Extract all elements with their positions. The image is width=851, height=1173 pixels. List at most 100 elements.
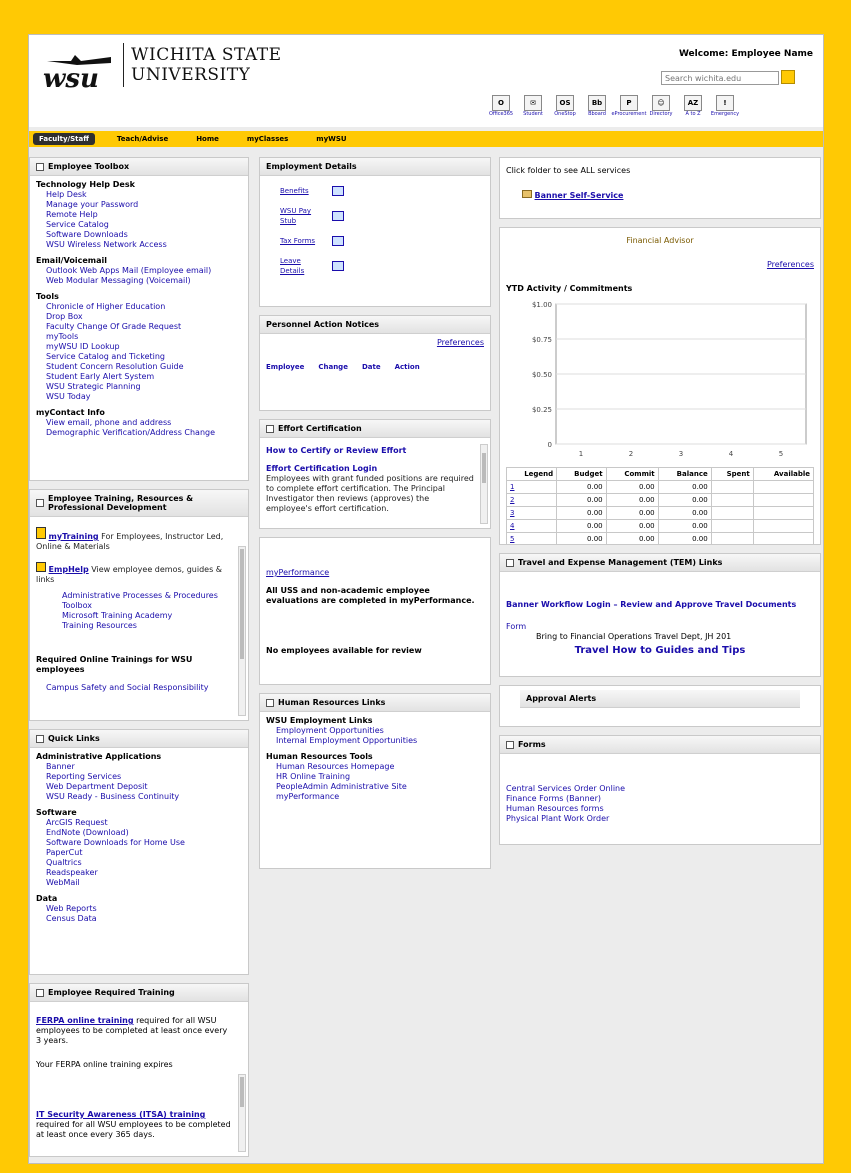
pan-col-date[interactable]: Date	[362, 362, 381, 372]
collapse-icon[interactable]	[36, 499, 44, 507]
link-service-catalog[interactable]: Service Catalog	[36, 220, 242, 230]
effort-scrollbar[interactable]	[480, 444, 488, 524]
link-wsu-wireless-network-access[interactable]: WSU Wireless Network Access	[36, 240, 242, 250]
university-name[interactable]: WICHITA STATE UNIVERSITY	[131, 45, 281, 85]
link-demographic-verification-address-change[interactable]: Demographic Verification/Address Change	[36, 428, 242, 438]
link-drop-box[interactable]: Drop Box	[36, 312, 242, 322]
app-onestop[interactable]: OS OneStop	[553, 95, 577, 121]
link-readspeaker[interactable]: Readspeaker	[36, 868, 242, 878]
link-outlook-web-apps-mail-employee-email[interactable]: Outlook Web Apps Mail (Employee email)	[36, 266, 242, 276]
link-wsu-strategic-planning[interactable]: WSU Strategic Planning	[36, 382, 242, 392]
itsa-link[interactable]: IT Security Awareness (ITSA) training	[36, 1110, 205, 1119]
wsu-logo[interactable]: wsu	[41, 53, 115, 91]
collapse-icon[interactable]	[506, 558, 514, 567]
finance-preferences-link[interactable]: Preferences	[506, 260, 814, 270]
campus-safety-link[interactable]: Campus Safety and Social Responsibility	[36, 683, 232, 693]
legend-link[interactable]: 3	[505, 506, 558, 520]
legend-link[interactable]: 2	[505, 493, 558, 507]
link-wsu-today[interactable]: WSU Today	[36, 392, 242, 402]
link-internal-employment-opportunities[interactable]: Internal Employment Opportunities	[266, 736, 484, 746]
mytraining-link[interactable]: myTraining	[49, 532, 99, 541]
link-web-department-deposit[interactable]: Web Department Deposit	[36, 782, 242, 792]
link-student-concern-resolution-guide[interactable]: Student Concern Resolution Guide	[36, 362, 242, 372]
certify-effort-link[interactable]: How to Certify or Review Effort	[266, 446, 474, 456]
tab-myclasses[interactable]: myClasses	[241, 133, 294, 145]
tab-teach-advise[interactable]: Teach/Advise	[111, 133, 174, 145]
link-leave-details[interactable]: Leave Details	[280, 256, 324, 276]
pan-col-action[interactable]: Action	[395, 362, 420, 372]
link-webmail[interactable]: WebMail	[36, 878, 242, 888]
external-link-icon[interactable]	[332, 186, 344, 196]
link-tax-forms[interactable]: Tax Forms	[280, 236, 324, 246]
link-arcgis-request[interactable]: ArcGIS Request	[36, 818, 242, 828]
link-student-early-alert-system[interactable]: Student Early Alert System	[36, 372, 242, 382]
tab-faculty-staff[interactable]: Faculty/Staff	[33, 133, 95, 145]
legend-link[interactable]: 4	[505, 519, 558, 533]
link-web-reports[interactable]: Web Reports	[36, 904, 242, 914]
link-faculty-change-of-grade-request[interactable]: Faculty Change Of Grade Request	[36, 322, 242, 332]
legend-link[interactable]: 1	[505, 480, 558, 494]
external-link-icon[interactable]	[332, 236, 344, 246]
link-myperformance[interactable]: myPerformance	[266, 792, 484, 802]
legend-link[interactable]: 5	[505, 532, 558, 544]
link-employment-opportunities[interactable]: Employment Opportunities	[266, 726, 484, 736]
link-software-downloads[interactable]: Software Downloads	[36, 230, 242, 240]
link-endnote-download[interactable]: EndNote (Download)	[36, 828, 242, 838]
emphelp-link[interactable]: EmpHelp	[49, 565, 89, 574]
external-link-icon[interactable]	[332, 261, 344, 271]
link-banner[interactable]: Banner	[36, 762, 242, 772]
collapse-icon[interactable]	[36, 734, 44, 743]
app-bboard[interactable]: Bb Bboard	[585, 95, 609, 121]
tem-form-link[interactable]: Form	[506, 622, 526, 631]
app-eprocurement[interactable]: PeProcurement	[611, 95, 647, 121]
tab-home[interactable]: Home	[190, 133, 225, 145]
reqtraining-scrollbar[interactable]	[238, 1074, 246, 1152]
search-button[interactable]	[781, 70, 795, 84]
app-student[interactable]: ✉ Student	[521, 95, 545, 121]
link-benefits[interactable]: Benefits	[280, 186, 324, 196]
link-census-data[interactable]: Census Data	[36, 914, 242, 924]
collapse-icon[interactable]	[266, 698, 274, 707]
link-web-modular-messaging-voicemail[interactable]: Web Modular Messaging (Voicemail)	[36, 276, 242, 286]
app-office365[interactable]: O Office365	[489, 95, 513, 121]
link-manage-your-password[interactable]: Manage your Password	[36, 200, 242, 210]
search-input[interactable]	[661, 71, 779, 85]
tab-mywsu[interactable]: myWSU	[310, 133, 352, 145]
link-human-resources-forms[interactable]: Human Resources forms	[506, 804, 814, 814]
link-mywsu-id-lookup[interactable]: myWSU ID Lookup	[36, 342, 242, 352]
training-bullet-training-resources[interactable]: Training Resources	[62, 621, 232, 631]
pan-col-employee[interactable]: Employee	[266, 362, 304, 372]
link-remote-help[interactable]: Remote Help	[36, 210, 242, 220]
myperformance-link[interactable]: myPerformance	[266, 568, 484, 578]
pan-preferences-link[interactable]: Preferences	[266, 338, 484, 348]
training-scrollbar[interactable]	[238, 546, 246, 716]
link-service-catalog-and-ticketing[interactable]: Service Catalog and Ticketing	[36, 352, 242, 362]
link-mytools[interactable]: myTools	[36, 332, 242, 342]
link-software-downloads-for-home-use[interactable]: Software Downloads for Home Use	[36, 838, 242, 848]
app-directory[interactable]: ☺ Directory	[649, 95, 673, 121]
collapse-icon[interactable]	[36, 162, 44, 171]
link-wsu-ready-business-continuity[interactable]: WSU Ready - Business Continuity	[36, 792, 242, 802]
link-human-resources-homepage[interactable]: Human Resources Homepage	[266, 762, 484, 772]
link-view-email-phone-and-address[interactable]: View email, phone and address	[36, 418, 242, 428]
link-finance-forms-banner[interactable]: Finance Forms (Banner)	[506, 794, 814, 804]
app-emergency[interactable]: ! Emergency	[711, 95, 739, 121]
link-reporting-services[interactable]: Reporting Services	[36, 772, 242, 782]
link-peopleadmin-administrative-site[interactable]: PeopleAdmin Administrative Site	[266, 782, 484, 792]
link-papercut[interactable]: PaperCut	[36, 848, 242, 858]
link-chronicle-of-higher-education[interactable]: Chronicle of Higher Education	[36, 302, 242, 312]
collapse-icon[interactable]	[506, 740, 514, 749]
banner-self-service-link[interactable]: Banner Self-Service	[535, 191, 624, 200]
app-a-to-z[interactable]: AZ A to Z	[681, 95, 705, 121]
link-physical-plant-work-order[interactable]: Physical Plant Work Order	[506, 814, 814, 824]
pan-col-change[interactable]: Change	[318, 362, 348, 372]
effort-login-link[interactable]: Effort Certification Login	[266, 464, 474, 474]
collapse-icon[interactable]	[266, 424, 274, 433]
link-central-services-order-online[interactable]: Central Services Order Online	[506, 784, 814, 794]
link-help-desk[interactable]: Help Desk	[36, 190, 242, 200]
link-hr-online-training[interactable]: HR Online Training	[266, 772, 484, 782]
banner-workflow-link[interactable]: Banner Workflow Login – Review and Appro…	[506, 600, 814, 610]
link-qualtrics[interactable]: Qualtrics	[36, 858, 242, 868]
travel-guides-link[interactable]: Travel How to Guides and Tips	[506, 646, 814, 656]
training-bullet-microsoft-training-academy[interactable]: Microsoft Training Academy	[62, 611, 232, 621]
